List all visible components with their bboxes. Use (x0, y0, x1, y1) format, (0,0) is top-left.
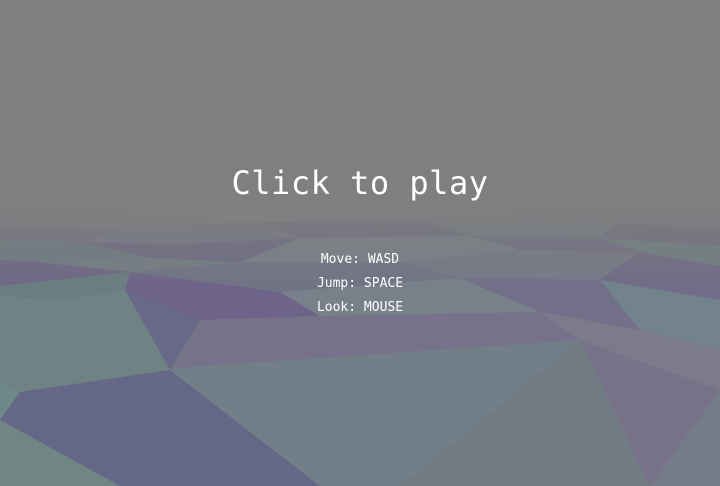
controls-jump-label: Jump: SPACE (316, 276, 404, 291)
start-overlay[interactable]: Click to play Move: WASD Jump: SPACE Loo… (0, 0, 720, 486)
controls-help: Move: WASD Jump: SPACE Look: MOUSE (0, 248, 720, 320)
click-to-play-title[interactable]: Click to play (0, 163, 720, 203)
controls-move-label: Move: WASD (320, 252, 400, 267)
game-viewport[interactable]: Click to play Move: WASD Jump: SPACE Loo… (0, 0, 720, 486)
controls-look-label: Look: MOUSE (316, 300, 404, 315)
